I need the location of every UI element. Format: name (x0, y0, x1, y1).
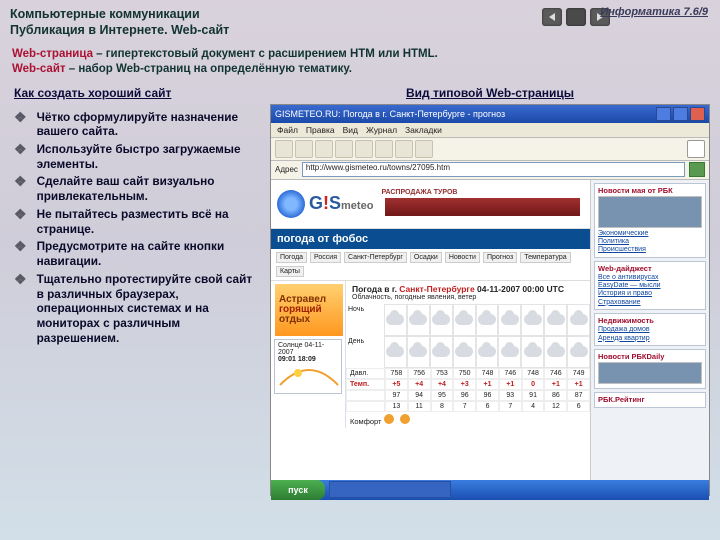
home-icon[interactable] (355, 140, 373, 158)
menu-item[interactable]: Файл (277, 125, 298, 135)
tip-item: Тщательно протестируйте свой сайт в разл… (37, 272, 262, 346)
os-taskbar: пуск (271, 480, 709, 500)
term-website: Web-сайт (12, 63, 66, 75)
taskbar-item[interactable] (329, 481, 451, 498)
title-line2: Публикация в Интернете. Web-сайт (10, 22, 542, 38)
thumb-icon (598, 196, 702, 228)
bullet-icon: ❖ (14, 207, 27, 221)
addr-label: Адрес (275, 165, 298, 174)
browser-menubar: Файл Правка Вид Журнал Закладки (271, 123, 709, 138)
win-close-icon[interactable] (690, 107, 705, 121)
reload-icon[interactable] (315, 140, 333, 158)
site-logo-icon (277, 190, 305, 218)
tab-item[interactable]: Температура (520, 252, 570, 263)
tip-item: Чётко сформулируйте назначение вашего са… (37, 110, 262, 139)
bullet-icon: ❖ (14, 272, 27, 286)
table-row: 979495969693918687 (346, 390, 590, 401)
bullet-icon: ❖ (14, 174, 27, 188)
menu-item[interactable]: Правка (306, 125, 335, 135)
table-row: Темп.+5+4+4+3+1+10+1+1 (346, 379, 590, 390)
tab-item[interactable]: Осадки (410, 252, 442, 263)
tip-item: Предусмотрите на сайте кнопки навигации. (37, 239, 262, 268)
bullet-icon: ❖ (14, 239, 27, 253)
ad-banner[interactable] (385, 198, 580, 216)
tab-item[interactable]: Новости (445, 252, 480, 263)
fwd-icon[interactable] (295, 140, 313, 158)
term-webpage: Web-страница (12, 48, 93, 60)
title-line1: Компьютерные коммуникации (10, 6, 542, 22)
tab-item[interactable]: Карты (276, 266, 304, 277)
tab-item[interactable]: Санкт-Петербург (344, 252, 407, 263)
sun-box: Солнце 04-11-2007 09:01 18:09 (274, 339, 342, 394)
menu-item[interactable]: Журнал (366, 125, 397, 135)
print-icon[interactable] (375, 140, 393, 158)
go-icon[interactable] (689, 162, 705, 177)
tip-item: Не пытайтесь разместить всё на странице. (37, 207, 262, 236)
left-section-title: Как создать хороший сайт (14, 86, 262, 100)
definitions: Web-страница – гипертекстовый документ с… (12, 47, 704, 78)
table-row: 131187674126 (346, 401, 590, 412)
fav-icon[interactable] (415, 140, 433, 158)
browser-toolbar (271, 138, 709, 161)
table-row: Давл.758756753750748746748746749 (346, 368, 590, 379)
section-strip: погода от фобос (271, 229, 590, 249)
tab-item[interactable]: Погода (276, 252, 307, 263)
address-bar: Адрес http://www.gismeteo.ru/towns/27095… (271, 161, 709, 180)
bullet-icon: ❖ (14, 142, 27, 156)
win-min-icon[interactable] (656, 107, 671, 121)
url-field[interactable]: http://www.gismeteo.ru/towns/27095.htm (302, 162, 685, 177)
nav-prev-button[interactable] (542, 8, 562, 26)
promo-box[interactable]: Астравелгорящийотдых (275, 284, 343, 336)
menu-item[interactable]: Вид (343, 125, 358, 135)
menu-item[interactable]: Закладки (405, 125, 442, 135)
site-tabs: ПогодаРоссияСанкт-ПетербургОсадкиНовости… (271, 249, 590, 281)
window-title: GISMETEO.RU: Погода в г. Санкт-Петербург… (275, 109, 505, 119)
nav-home-button[interactable] (566, 8, 586, 26)
forecast-header: Погода в г. Санкт-Петербурге 04-11-2007 … (346, 281, 590, 304)
browser-screenshot: GISMETEO.RU: Погода в г. Санкт-Петербург… (270, 104, 710, 496)
start-button[interactable]: пуск (271, 480, 325, 500)
win-max-icon[interactable] (673, 107, 688, 121)
slide-number: Информатика 7.6/9 (600, 6, 708, 18)
window-titlebar: GISMETEO.RU: Погода в г. Санкт-Петербург… (271, 105, 709, 123)
mail-icon[interactable] (395, 140, 413, 158)
throbber-icon (687, 140, 705, 158)
tip-item: Используйте быстро загружаемые элементы. (37, 142, 262, 171)
right-section-title: Вид типовой Web-страницы (270, 86, 710, 100)
site-header: G!Smeteo РАСПРОДАЖА ТУРОВ (271, 180, 590, 229)
tab-item[interactable]: Россия (310, 252, 341, 263)
sidebar: Новости мая от РБКЭкономическиеПолитикаП… (590, 180, 709, 480)
stop-icon[interactable] (335, 140, 353, 158)
thumb-icon (598, 362, 702, 384)
tip-item: Сделайте ваш сайт визуально привлекатель… (37, 174, 262, 203)
slide-title: Компьютерные коммуникации Публикация в И… (10, 6, 542, 39)
tips-list: ❖ Чётко сформулируйте назначение вашего с… (10, 110, 262, 346)
bullet-icon: ❖ (14, 110, 27, 124)
tab-item[interactable]: Прогноз (483, 252, 517, 263)
comfort-row: Комфорт (346, 412, 590, 428)
ad-caption: РАСПРОДАЖА ТУРОВ (381, 189, 584, 196)
back-icon[interactable] (275, 140, 293, 158)
